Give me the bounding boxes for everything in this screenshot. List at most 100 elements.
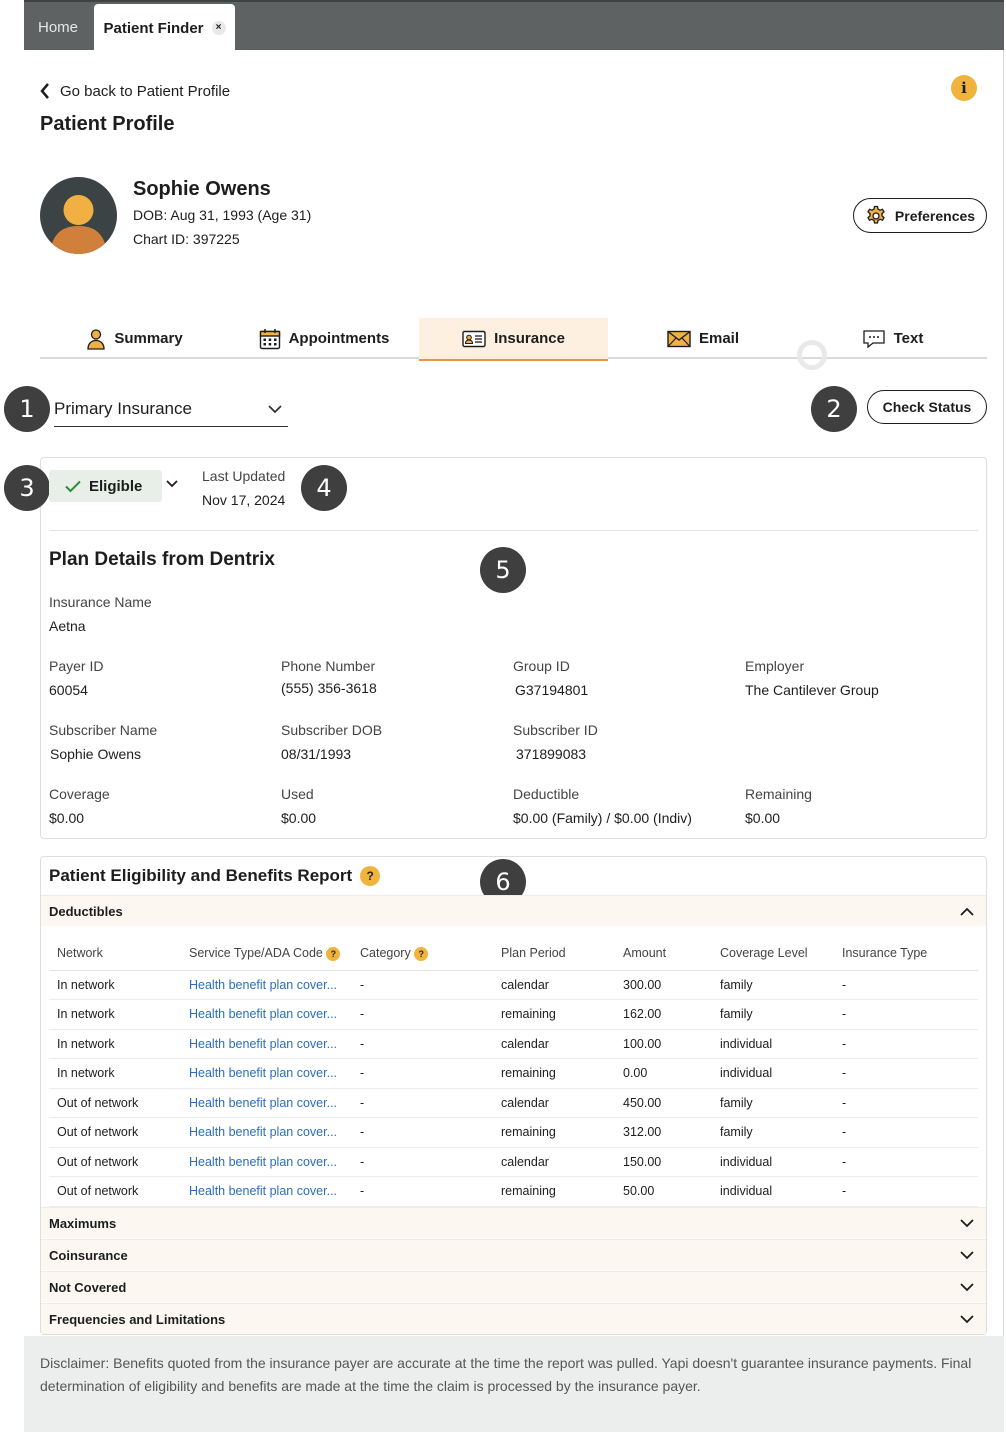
tab-email[interactable]: Email bbox=[608, 318, 798, 359]
tab-insurance[interactable]: Insurance bbox=[419, 318, 608, 361]
dob-label: DOB: bbox=[133, 207, 168, 223]
help-icon[interactable]: ? bbox=[414, 946, 429, 961]
remaining-value: $0.00 bbox=[745, 810, 781, 826]
preferences-label: Preferences bbox=[894, 207, 976, 224]
benefits-report-title-text: Patient Eligibility and Benefits Report bbox=[49, 866, 353, 885]
cell-amount: 100.00 bbox=[615, 1029, 712, 1059]
chevron-down-icon bbox=[960, 1250, 974, 1259]
col-insurance-type: Insurance Type bbox=[834, 937, 978, 971]
section-not-covered[interactable]: Not Covered bbox=[41, 1271, 986, 1302]
cell-coverage-level: individual bbox=[712, 1029, 834, 1059]
chevron-down-icon bbox=[268, 404, 282, 413]
tab-text-label: Text bbox=[893, 330, 924, 347]
cell-network: Out of network bbox=[49, 1176, 181, 1207]
subscriber-id-value: 371899083 bbox=[516, 746, 587, 762]
cell-plan-period: calendar bbox=[493, 970, 615, 1000]
cell-service-type-link[interactable]: Health benefit plan cover... bbox=[181, 999, 352, 1030]
table-row: In network Health benefit plan cover... - c… bbox=[49, 1029, 978, 1059]
cell-service-type-link[interactable]: Health benefit plan cover... bbox=[181, 1058, 352, 1089]
insurance-select-value: Primary Insurance bbox=[54, 399, 192, 418]
patient-chart-id: Chart ID: 397225 bbox=[133, 231, 240, 247]
person-avatar-icon bbox=[50, 195, 107, 254]
cell-plan-period: calendar bbox=[493, 1088, 615, 1118]
cell-category: - bbox=[352, 1088, 493, 1118]
cell-service-type-link[interactable]: Health benefit plan cover... bbox=[181, 1117, 352, 1148]
close-icon[interactable]: × bbox=[211, 21, 226, 35]
employer-value: The Cantilever Group bbox=[745, 682, 879, 698]
chat-bubble-icon bbox=[862, 329, 885, 348]
subscriber-dob-value: 08/31/1993 bbox=[281, 746, 352, 762]
col-service-type: Service Type/ADA Code ? bbox=[181, 937, 352, 971]
cell-service-type-link[interactable]: Health benefit plan cover... bbox=[181, 1088, 352, 1118]
back-link[interactable]: Go back to Patient Profile bbox=[40, 80, 230, 102]
cell-network: Out of network bbox=[49, 1147, 181, 1177]
help-icon[interactable]: ? bbox=[360, 866, 381, 886]
tab-patient-finder-label: Patient Finder bbox=[103, 19, 204, 37]
col-amount: Amount bbox=[615, 937, 712, 971]
cell-insurance-type: - bbox=[834, 1176, 978, 1207]
insurance-select[interactable]: Primary Insurance bbox=[54, 392, 288, 427]
page-title: Patient Profile bbox=[40, 113, 175, 135]
tab-insurance-label: Insurance bbox=[494, 330, 565, 347]
tab-patient-finder[interactable]: Patient Finder × bbox=[94, 4, 235, 52]
cell-amount: 150.00 bbox=[615, 1147, 712, 1177]
cell-service-type-link[interactable]: Health benefit plan cover... bbox=[181, 1176, 352, 1207]
section-coinsurance-label: Coinsurance bbox=[49, 1247, 128, 1263]
cell-service-type-link[interactable]: Health benefit plan cover... bbox=[181, 970, 352, 1000]
subscriber-name-value: Sophie Owens bbox=[50, 746, 142, 762]
cell-amount: 0.00 bbox=[615, 1058, 712, 1089]
tab-summary-label: Summary bbox=[114, 330, 183, 347]
chevron-down-icon bbox=[960, 1218, 974, 1227]
chart-id-value: 397225 bbox=[192, 231, 240, 247]
cell-plan-period: remaining bbox=[493, 999, 615, 1030]
cell-coverage-level: individual bbox=[712, 1176, 834, 1207]
cell-service-type-link[interactable]: Health benefit plan cover... bbox=[181, 1029, 352, 1059]
cell-network: In network bbox=[49, 1029, 181, 1059]
divider bbox=[49, 530, 978, 531]
section-maximums[interactable]: Maximums bbox=[41, 1207, 986, 1238]
eligibility-status[interactable]: Eligible bbox=[49, 470, 162, 502]
insurance-name-label: Insurance Name bbox=[49, 594, 152, 610]
tab-email-label: Email bbox=[698, 330, 740, 347]
tab-appointments[interactable]: Appointments bbox=[229, 318, 419, 359]
callout-badge-2: 2 bbox=[811, 386, 857, 432]
gear-icon bbox=[867, 205, 885, 224]
cell-service-type-link[interactable]: Health benefit plan cover... bbox=[181, 1147, 352, 1177]
cell-coverage-level: family bbox=[712, 1117, 834, 1148]
section-not-covered-label: Not Covered bbox=[49, 1279, 127, 1295]
cell-category: - bbox=[352, 970, 493, 1000]
last-updated-value: Nov 17, 2024 bbox=[202, 492, 286, 508]
help-icon[interactable]: ? bbox=[326, 946, 341, 961]
col-service-type-label: Service Type/ADA Code bbox=[189, 945, 323, 960]
cell-network: Out of network bbox=[49, 1117, 181, 1148]
chevron-down-icon[interactable] bbox=[166, 480, 178, 488]
payer-id-label: Payer ID bbox=[49, 658, 104, 674]
section-deductibles[interactable]: Deductibles bbox=[41, 895, 986, 926]
info-icon[interactable]: i bbox=[951, 75, 977, 101]
check-status-button[interactable]: Check Status bbox=[867, 390, 987, 424]
section-frequencies-label: Frequencies and Limitations bbox=[49, 1311, 226, 1327]
cell-insurance-type: - bbox=[834, 1088, 978, 1118]
chevron-down-icon bbox=[960, 1314, 974, 1323]
chart-id-label: Chart ID: bbox=[133, 231, 190, 247]
cell-coverage-level: family bbox=[712, 1088, 834, 1118]
tab-home[interactable]: Home bbox=[24, 4, 92, 50]
col-plan-period: Plan Period bbox=[493, 937, 615, 971]
cell-insurance-type: - bbox=[834, 999, 978, 1030]
col-network: Network bbox=[49, 937, 181, 971]
last-updated-label: Last Updated bbox=[202, 468, 286, 484]
cell-insurance-type: - bbox=[834, 970, 978, 1000]
cell-category: - bbox=[352, 1029, 493, 1059]
section-frequencies[interactable]: Frequencies and Limitations bbox=[41, 1303, 986, 1334]
section-coinsurance[interactable]: Coinsurance bbox=[41, 1239, 986, 1270]
tab-summary[interactable]: Summary bbox=[40, 318, 229, 359]
cell-category: - bbox=[352, 1117, 493, 1148]
cell-amount: 300.00 bbox=[615, 970, 712, 1000]
deductible-value: $0.00 (Family) / $0.00 (Indiv) bbox=[513, 810, 692, 826]
cell-plan-period: remaining bbox=[493, 1117, 615, 1148]
payer-id-value: 60054 bbox=[49, 682, 88, 698]
plan-details-card bbox=[40, 457, 987, 839]
preferences-button[interactable]: Preferences bbox=[853, 198, 987, 233]
table-header-row: Network Service Type/ADA Code ? Category… bbox=[49, 937, 978, 971]
col-category-label: Category bbox=[360, 945, 411, 960]
